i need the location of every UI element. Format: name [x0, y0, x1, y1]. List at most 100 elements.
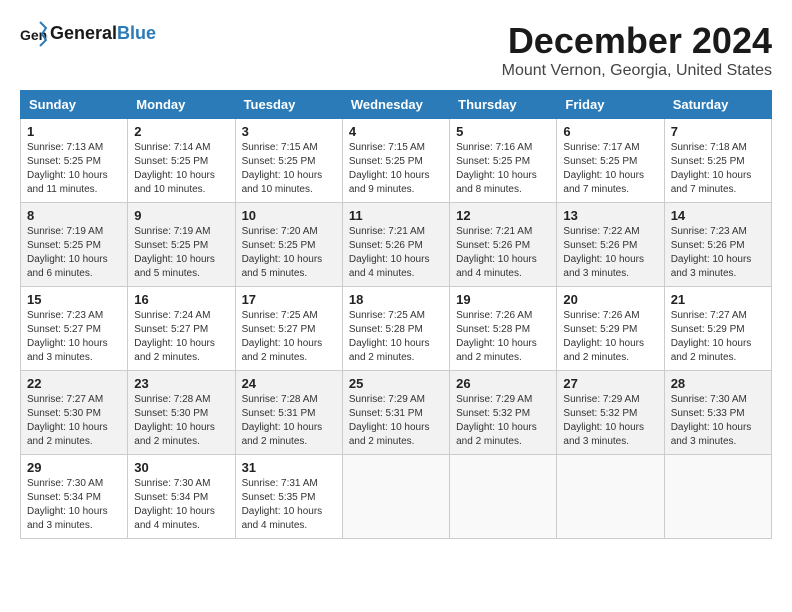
- cell-info: Sunrise: 7:26 AM Sunset: 5:29 PM Dayligh…: [563, 309, 657, 365]
- day-number: 1: [27, 124, 121, 139]
- day-number: 25: [349, 376, 443, 391]
- daylight-text: Daylight: 10 hours and 7 minutes.: [671, 169, 765, 197]
- day-number: 9: [134, 208, 228, 223]
- calendar-cell: 10 Sunrise: 7:20 AM Sunset: 5:25 PM Dayl…: [235, 203, 342, 287]
- calendar-cell: 12 Sunrise: 7:21 AM Sunset: 5:26 PM Dayl…: [450, 203, 557, 287]
- sunset-text: Sunset: 5:28 PM: [456, 323, 550, 337]
- sunset-text: Sunset: 5:35 PM: [242, 491, 336, 505]
- calendar-cell: 21 Sunrise: 7:27 AM Sunset: 5:29 PM Dayl…: [664, 287, 771, 371]
- cell-info: Sunrise: 7:25 AM Sunset: 5:28 PM Dayligh…: [349, 309, 443, 365]
- sunrise-text: Sunrise: 7:21 AM: [456, 225, 550, 239]
- day-number: 10: [242, 208, 336, 223]
- cell-info: Sunrise: 7:20 AM Sunset: 5:25 PM Dayligh…: [242, 225, 336, 281]
- calendar-week-5: 29 Sunrise: 7:30 AM Sunset: 5:34 PM Dayl…: [21, 455, 772, 539]
- calendar-cell: 13 Sunrise: 7:22 AM Sunset: 5:26 PM Dayl…: [557, 203, 664, 287]
- daylight-text: Daylight: 10 hours and 3 minutes.: [563, 253, 657, 281]
- daylight-text: Daylight: 10 hours and 5 minutes.: [134, 253, 228, 281]
- day-number: 4: [349, 124, 443, 139]
- day-number: 8: [27, 208, 121, 223]
- calendar-cell: [342, 455, 449, 539]
- sunset-text: Sunset: 5:32 PM: [456, 407, 550, 421]
- title-area: December 2024 Mount Vernon, Georgia, Uni…: [502, 20, 772, 80]
- sunset-text: Sunset: 5:34 PM: [134, 491, 228, 505]
- calendar-header-row: SundayMondayTuesdayWednesdayThursdayFrid…: [21, 91, 772, 119]
- daylight-text: Daylight: 10 hours and 10 minutes.: [242, 169, 336, 197]
- sunrise-text: Sunrise: 7:19 AM: [134, 225, 228, 239]
- cell-info: Sunrise: 7:14 AM Sunset: 5:25 PM Dayligh…: [134, 141, 228, 197]
- daylight-text: Daylight: 10 hours and 6 minutes.: [27, 253, 121, 281]
- daylight-text: Daylight: 10 hours and 2 minutes.: [671, 337, 765, 365]
- calendar-cell: 8 Sunrise: 7:19 AM Sunset: 5:25 PM Dayli…: [21, 203, 128, 287]
- calendar-week-2: 8 Sunrise: 7:19 AM Sunset: 5:25 PM Dayli…: [21, 203, 772, 287]
- cell-info: Sunrise: 7:30 AM Sunset: 5:33 PM Dayligh…: [671, 393, 765, 449]
- day-header-wednesday: Wednesday: [342, 91, 449, 119]
- calendar-cell: 25 Sunrise: 7:29 AM Sunset: 5:31 PM Dayl…: [342, 371, 449, 455]
- daylight-text: Daylight: 10 hours and 2 minutes.: [134, 421, 228, 449]
- daylight-text: Daylight: 10 hours and 10 minutes.: [134, 169, 228, 197]
- day-number: 29: [27, 460, 121, 475]
- sunset-text: Sunset: 5:25 PM: [349, 155, 443, 169]
- cell-info: Sunrise: 7:27 AM Sunset: 5:30 PM Dayligh…: [27, 393, 121, 449]
- calendar-cell: 30 Sunrise: 7:30 AM Sunset: 5:34 PM Dayl…: [128, 455, 235, 539]
- logo: General GeneralBlue: [20, 20, 156, 48]
- sunset-text: Sunset: 5:26 PM: [671, 239, 765, 253]
- day-number: 12: [456, 208, 550, 223]
- day-number: 19: [456, 292, 550, 307]
- day-number: 3: [242, 124, 336, 139]
- calendar-cell: 26 Sunrise: 7:29 AM Sunset: 5:32 PM Dayl…: [450, 371, 557, 455]
- cell-info: Sunrise: 7:28 AM Sunset: 5:31 PM Dayligh…: [242, 393, 336, 449]
- cell-info: Sunrise: 7:18 AM Sunset: 5:25 PM Dayligh…: [671, 141, 765, 197]
- day-number: 24: [242, 376, 336, 391]
- sunset-text: Sunset: 5:30 PM: [27, 407, 121, 421]
- sunrise-text: Sunrise: 7:30 AM: [27, 477, 121, 491]
- cell-info: Sunrise: 7:23 AM Sunset: 5:26 PM Dayligh…: [671, 225, 765, 281]
- daylight-text: Daylight: 10 hours and 4 minutes.: [349, 253, 443, 281]
- sunrise-text: Sunrise: 7:25 AM: [349, 309, 443, 323]
- calendar-cell: 15 Sunrise: 7:23 AM Sunset: 5:27 PM Dayl…: [21, 287, 128, 371]
- calendar-cell: 11 Sunrise: 7:21 AM Sunset: 5:26 PM Dayl…: [342, 203, 449, 287]
- daylight-text: Daylight: 10 hours and 4 minutes.: [242, 505, 336, 533]
- daylight-text: Daylight: 10 hours and 5 minutes.: [242, 253, 336, 281]
- day-header-friday: Friday: [557, 91, 664, 119]
- calendar-cell: 22 Sunrise: 7:27 AM Sunset: 5:30 PM Dayl…: [21, 371, 128, 455]
- day-number: 31: [242, 460, 336, 475]
- calendar-cell: 14 Sunrise: 7:23 AM Sunset: 5:26 PM Dayl…: [664, 203, 771, 287]
- calendar-cell: 31 Sunrise: 7:31 AM Sunset: 5:35 PM Dayl…: [235, 455, 342, 539]
- day-number: 20: [563, 292, 657, 307]
- sunset-text: Sunset: 5:33 PM: [671, 407, 765, 421]
- sunrise-text: Sunrise: 7:13 AM: [27, 141, 121, 155]
- day-number: 11: [349, 208, 443, 223]
- day-header-monday: Monday: [128, 91, 235, 119]
- sunset-text: Sunset: 5:25 PM: [671, 155, 765, 169]
- day-number: 27: [563, 376, 657, 391]
- sunrise-text: Sunrise: 7:19 AM: [27, 225, 121, 239]
- calendar-cell: 5 Sunrise: 7:16 AM Sunset: 5:25 PM Dayli…: [450, 119, 557, 203]
- daylight-text: Daylight: 10 hours and 3 minutes.: [671, 421, 765, 449]
- cell-info: Sunrise: 7:31 AM Sunset: 5:35 PM Dayligh…: [242, 477, 336, 533]
- calendar-body: 1 Sunrise: 7:13 AM Sunset: 5:25 PM Dayli…: [21, 119, 772, 539]
- calendar-cell: 6 Sunrise: 7:17 AM Sunset: 5:25 PM Dayli…: [557, 119, 664, 203]
- daylight-text: Daylight: 10 hours and 3 minutes.: [671, 253, 765, 281]
- day-number: 7: [671, 124, 765, 139]
- daylight-text: Daylight: 10 hours and 2 minutes.: [27, 421, 121, 449]
- daylight-text: Daylight: 10 hours and 3 minutes.: [27, 505, 121, 533]
- daylight-text: Daylight: 10 hours and 7 minutes.: [563, 169, 657, 197]
- sunrise-text: Sunrise: 7:28 AM: [134, 393, 228, 407]
- logo-icon: General: [20, 20, 48, 48]
- calendar-cell: 1 Sunrise: 7:13 AM Sunset: 5:25 PM Dayli…: [21, 119, 128, 203]
- location-subtitle: Mount Vernon, Georgia, United States: [502, 62, 772, 80]
- calendar-cell: 9 Sunrise: 7:19 AM Sunset: 5:25 PM Dayli…: [128, 203, 235, 287]
- day-number: 14: [671, 208, 765, 223]
- cell-info: Sunrise: 7:13 AM Sunset: 5:25 PM Dayligh…: [27, 141, 121, 197]
- day-number: 6: [563, 124, 657, 139]
- sunrise-text: Sunrise: 7:22 AM: [563, 225, 657, 239]
- cell-info: Sunrise: 7:29 AM Sunset: 5:32 PM Dayligh…: [456, 393, 550, 449]
- day-number: 23: [134, 376, 228, 391]
- sunrise-text: Sunrise: 7:24 AM: [134, 309, 228, 323]
- day-header-sunday: Sunday: [21, 91, 128, 119]
- cell-info: Sunrise: 7:17 AM Sunset: 5:25 PM Dayligh…: [563, 141, 657, 197]
- day-number: 22: [27, 376, 121, 391]
- logo-general: General: [50, 23, 117, 43]
- cell-info: Sunrise: 7:29 AM Sunset: 5:31 PM Dayligh…: [349, 393, 443, 449]
- calendar-cell: 24 Sunrise: 7:28 AM Sunset: 5:31 PM Dayl…: [235, 371, 342, 455]
